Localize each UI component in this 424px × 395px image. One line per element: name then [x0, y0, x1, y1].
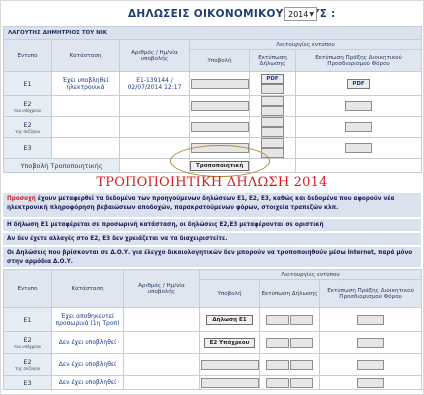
submission-number [119, 116, 190, 138]
print-field[interactable] [290, 314, 314, 325]
submission-number [119, 137, 190, 159]
print-field[interactable] [261, 148, 284, 158]
note-no-changes: Αν δεν έχετε αλλαγές στο Ε2, Ε3 δεν χρει… [3, 233, 421, 245]
col-submit-header: Υποβολή [199, 279, 260, 308]
col-form-header: Εντυπο [3, 269, 52, 308]
print-act-field[interactable] [357, 314, 384, 325]
status-text: Έχει υποβληθεί ηλεκτρονικά [51, 71, 120, 96]
pdf-act-button[interactable]: PDF [347, 78, 370, 89]
print-act-field[interactable] [345, 143, 372, 153]
taxpayer-name: ΛΑΓΟΥΤΗΣ ΔΗΜΗΤΡΙΟΣ ΤΟΥ ΝΙΚ [3, 26, 422, 40]
form-label: E2 της συζύγου [3, 116, 52, 138]
print-field[interactable] [290, 337, 314, 348]
print-decl-cell: PDF [249, 71, 296, 96]
print-field[interactable] [261, 96, 284, 106]
e2-taxpayer-button[interactable]: Ε2 Υπόχρεου [203, 337, 256, 348]
declaration-e1-button[interactable]: Δήλωση Ε1 [206, 314, 253, 325]
status-text [51, 137, 120, 159]
print-field[interactable] [290, 359, 314, 370]
print-act-cell: PDF [295, 71, 422, 96]
col-status-header: Κατάσταση [51, 269, 124, 308]
table-row: E1 Έχει αποθηκευτεί προσωρινά (1η Τροπ) … [3, 307, 422, 332]
print-field[interactable] [261, 138, 284, 148]
table-row: E2 του υπόχρεου [3, 95, 422, 117]
col-submit-header: Υποβολή [189, 49, 250, 72]
amend-row: Υποβολή Τροποποιητικής Τροποποιητική [3, 158, 422, 173]
status-text: Δεν έχει υποβληθεί [51, 375, 124, 390]
form-label: E1 [3, 71, 52, 96]
note-e1-temporary: Η δήλωση Ε1 μεταφέρεται σε προσωρινή κατ… [3, 219, 421, 231]
print-field[interactable] [261, 127, 284, 137]
form-label: E3 [3, 137, 52, 159]
form-functions-header: Λειτουργίες εντύπου [189, 39, 422, 50]
status-text: Έχει αποθηκευτεί προσωρινά (1η Τροπ) [51, 307, 124, 332]
form-label: E2 του υπόχρεου [3, 95, 52, 117]
amend-button[interactable]: Τροποποιητική [190, 160, 250, 171]
print-field[interactable] [265, 314, 289, 325]
col-print-act-header: Εκτύπωση Πράξης Διοικητικού Προσδιορισμο… [319, 279, 422, 308]
declarations-table: ΛΑΓΟΥΤΗΣ ΔΗΜΗΤΡΙΟΣ ΤΟΥ ΝΙΚ Εντυπο Κατάστ… [3, 26, 422, 173]
status-text: Δεν έχει υποβληθεί [51, 331, 124, 354]
print-field[interactable] [265, 359, 289, 370]
status-text [51, 95, 120, 117]
table-row: E2 της συζύγου Δεν έχει υποβληθεί [3, 353, 422, 376]
submit-field[interactable] [200, 377, 259, 388]
pdf-button[interactable]: PDF [261, 73, 284, 84]
submit-field[interactable] [190, 122, 249, 132]
print-field[interactable] [261, 106, 284, 116]
table-row: E2 της συζύγου [3, 116, 422, 138]
col-form-header: Εντυπο [3, 39, 52, 72]
print-act-field[interactable] [357, 377, 384, 388]
form-label: E2 του υπόχρεου [3, 331, 52, 354]
year-select[interactable]: 2014 ▼ [284, 7, 317, 21]
table-row: E1 Έχει υποβληθεί ηλεκτρονικά E1-139144 … [3, 71, 422, 96]
year-select-value: 2014 [288, 10, 309, 19]
submit-field[interactable] [190, 143, 249, 153]
form-label: E2 της συζύγου [3, 353, 52, 376]
note-doy: Οι Δηλώσεις που βρίσκονται σε Δ.Ο.Υ. για… [3, 247, 421, 267]
form-label: E3 [3, 375, 52, 390]
print-field[interactable] [265, 337, 289, 348]
col-number-header: Αριθμός / Ημ/νία υποβολής [123, 269, 200, 308]
col-number-header: Αριθμός / Ημ/νία υποβολής [119, 39, 190, 72]
chevron-down-icon: ▼ [309, 11, 314, 18]
col-status-header: Κατάσταση [51, 39, 120, 72]
form-label: E1 [3, 307, 52, 332]
print-act-field[interactable] [357, 337, 384, 348]
col-print-decl-header: Εκτύπωση Δήλωσης [249, 49, 296, 72]
submit-field[interactable] [190, 101, 249, 111]
print-field[interactable] [290, 377, 314, 388]
submission-number [119, 95, 190, 117]
warning-text: έχουν μεταφερθεί τα δεδομένα των προηγού… [7, 196, 395, 211]
submit-field[interactable] [190, 78, 249, 89]
amendment-table: Εντυπο Κατάσταση Αριθμός / Ημ/νία υποβολ… [3, 269, 422, 390]
print-field[interactable] [265, 377, 289, 388]
print-act-field[interactable] [357, 359, 384, 370]
print-field[interactable] [261, 117, 284, 127]
print-field[interactable] [261, 83, 284, 94]
warning-label: Προσοχή [7, 196, 36, 202]
submission-number: E1-139144 /02/07/2014 12:17 [119, 71, 190, 96]
table-row: E2 του υπόχρεου Δεν έχει υποβληθεί Ε2 Υπό… [3, 331, 422, 354]
table-row: E3 Δεν έχει υποβληθεί [3, 375, 422, 390]
form-functions-header: Λειτουργίες εντύπου [199, 269, 422, 280]
col-print-decl-header: Εκτύπωση Δήλωσης [259, 279, 320, 308]
status-text [51, 116, 120, 138]
amendment-title: ΤΡΟΠΟΠΟΙΗΤΙΚΗ ΔΗΛΩΣΗ 2014 [96, 175, 328, 190]
print-act-field[interactable] [345, 122, 372, 132]
amend-label: Υποβολή Τροποποιητικής [3, 158, 120, 173]
table-row: E3 [3, 137, 422, 159]
submit-field[interactable] [200, 359, 259, 370]
print-act-field[interactable] [345, 101, 372, 111]
col-print-act-header: Εκτύπωση Πράξης Διοικητικού Προσδιορισμο… [295, 49, 422, 72]
status-text: Δεν έχει υποβληθεί [51, 353, 124, 376]
submit-cell [189, 71, 250, 96]
page-header: ΔΗΛΩΣΕΙΣ ΟΙΚΟΝΟΜΙΚΟΥ ΕΤΟΥΣ : 2014 ▼ [0, 4, 424, 24]
note-warning: Προσοχή έχουν μεταφερθεί τα δεδομένα των… [3, 193, 421, 217]
